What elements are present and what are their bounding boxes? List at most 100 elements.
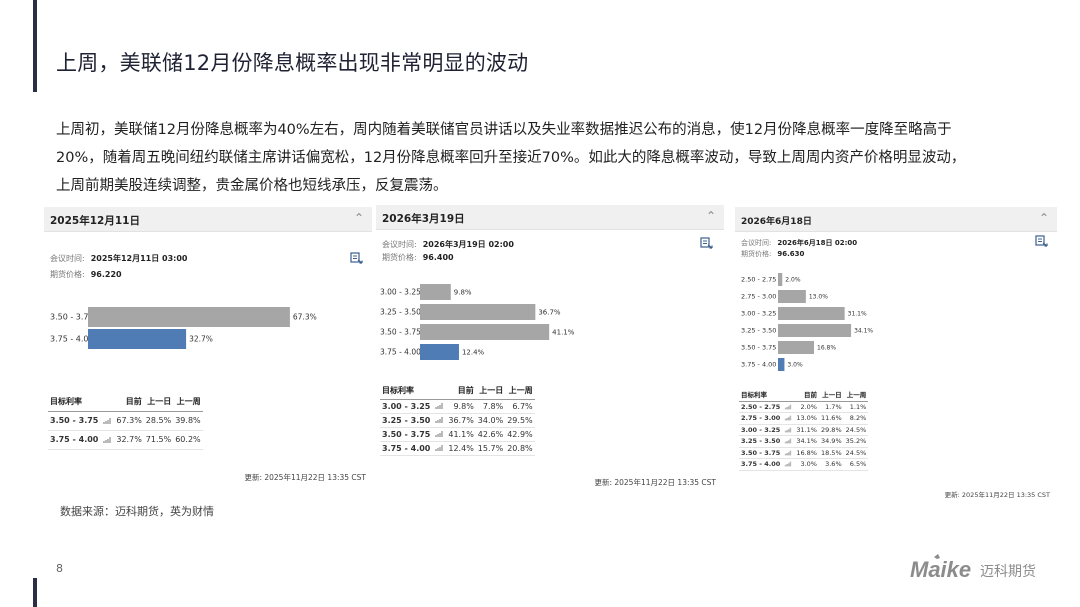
collapse-icon[interactable]: ⌃ [354,211,364,225]
table-row: 3.25 - 3.50 36.7% 34.0% 29.5% [380,413,535,428]
probability-cell: 42.6% [475,427,506,442]
table-row: 3.50 - 3.75 41.1% 42.6% 42.9% [380,427,535,442]
probability-cell: 35.2% [843,435,869,448]
cell-text: 60.2% [175,435,201,444]
meeting-time-line: 会议时间: 2025年12月11日 03:00 [50,253,187,264]
meeting-time-label: 会议时间: [382,240,417,249]
probability-cell: 7.8% [475,399,506,414]
meeting-time-value: 2026年3月19日 02:00 [422,240,514,249]
bar-value-label: 9.8% [454,289,472,297]
bar-category-label: 3.75 - 4.00 [50,335,94,344]
probability-bar [420,324,550,340]
cell-text: 31.1% [796,425,817,434]
cell-text: 3.25 - 3.50 [382,415,431,425]
summary-line: 上周初，美联储12月份降息概率为40%左右，周内随着美联储官员讲话以及失业率数据… [56,122,952,138]
bar-value-label: 34.1% [854,328,873,335]
bar-category-label: 3.25 - 3.50 [741,327,776,335]
panel-header: 2025年12月11日 ⌃ [44,207,372,232]
logo-cn: 迈科期货 [980,563,1036,580]
meeting-time-value: 2025年12月11日 03:00 [90,254,188,263]
table-row: 3.75 - 4.00 32.7% 71.5% 60.2% [48,430,203,450]
bar-category-label: 3.50 - 3.75 [741,344,776,352]
col-prev-week: 上一周 [173,393,203,412]
table-row: 2.75 - 3.00 13.0% 11.6% 8.2% [739,412,869,425]
col-target-rate: 目标利率 [48,393,115,412]
cell-text: 29.8% [820,425,842,434]
bar-value-label: 67.3% [293,313,317,322]
meeting-date: 2026年3月19日 [382,213,465,225]
bar-value-label: 3.0% [787,362,803,369]
cell-text: 12.4% [448,443,474,453]
cell-text: 32.7% [116,435,142,444]
probability-cell: 36.7% [446,413,476,428]
logo-latin: Maike [910,557,971,582]
probability-cell: 18.5% [818,447,844,459]
updated-time: 更新: 2025年11月22日 13:35 CST [944,491,1050,499]
collapse-icon[interactable]: ⌃ [1039,211,1049,225]
target-rate-cell: 3.50 - 3.75 [48,411,115,431]
bar-value-label: 13.0% [809,294,828,301]
summary-line: 20%，随着周五晚间纽约联储主席讲话偏宽松，12月份降息概率回升至接近70%。如… [56,150,966,166]
bar-value-label: 32.7% [189,335,213,344]
bar-category-label: 3.25 - 3.50 [380,308,421,317]
cell-text: 13.0% [796,414,817,423]
cell-text: 2.50 - 2.75 [741,402,781,411]
probability-cell: 29.8% [818,424,844,436]
col-current: 目前 [114,393,144,412]
cell-text: 3.75 - 4.00 [50,435,99,444]
futures-price-value: 96.630 [777,250,805,258]
cell-text: 18.5% [820,448,842,457]
probability-bar [420,344,459,360]
col-prev-week: 上一周 [505,383,535,400]
table-row: 3.50 - 3.75 16.8% 18.5% 24.5% [739,447,869,459]
page-number: 8 [56,562,63,575]
cell-text: 11.6% [820,414,842,423]
col-prev-day: 上一日 [475,383,506,400]
futures-price-label: 期货价格: [50,270,85,279]
maike-logo: Maike 迈科期货 [910,554,1036,582]
export-icon[interactable] [349,251,363,265]
data-source: 数据来源：迈科期货，英为财情 [60,505,214,518]
probability-cell: 6.5% [843,458,869,471]
bar-category-label: 3.00 - 3.25 [380,288,421,297]
cell-text: 6.5% [849,460,867,469]
probability-bar [778,290,806,303]
cell-text: 3.00 - 3.25 [382,401,431,411]
cell-text: 36.7% [448,415,474,425]
cell-text: 3.00 - 3.25 [741,425,781,434]
futures-price-label: 期货价格: [741,250,772,258]
col-prev-week: 上一周 [843,387,869,402]
cell-text: 67.3% [116,416,142,425]
sparkline-icon [435,403,444,409]
cell-text: 35.2% [845,437,867,446]
sparkline-icon [785,438,792,444]
sparkline-icon [435,417,444,423]
bar-value-label: 16.8% [817,345,836,352]
export-icon[interactable] [699,236,713,250]
probability-cell: 12.4% [446,441,476,456]
target-rate-cell: 3.75 - 4.00 [48,430,115,450]
cell-text: 29.5% [507,415,533,425]
probability-cell: 13.0% [794,412,819,425]
collapse-icon[interactable]: ⌃ [706,209,716,223]
table-row: 2.50 - 2.75 2.0% 1.7% 1.1% [739,401,869,413]
table-row: 3.75 - 4.00 3.0% 3.6% 6.5% [739,458,869,471]
export-icon[interactable] [1034,234,1048,248]
cell-text: 3.0% [800,460,817,469]
futures-price-value: 96.400 [422,253,454,262]
meeting-time-label: 会议时间: [741,239,772,247]
bar-value-label: 31.1% [848,311,867,318]
probability-cell: 60.2% [173,430,203,450]
sparkline-icon [785,415,792,421]
cell-text: 24.5% [845,448,867,457]
meeting-date: 2026年6月18日 [741,217,812,227]
probability-cell: 34.0% [475,413,506,428]
target-rate-cell: 3.75 - 4.00 [380,441,447,456]
fedwatch-panel-jun: 2026年6月18日 ⌃ 会议时间: 2026年6月18日 02:00 期货价格:… [735,207,1057,499]
probability-bar [420,284,451,300]
cell-text: 41.1% [448,429,474,439]
sparkline-icon [435,431,444,437]
col-prev-day: 上一日 [818,387,844,402]
table-row: 3.25 - 3.50 34.1% 34.9% 35.2% [739,435,869,448]
fedwatch-panel-mar: 2026年3月19日 ⌃ 会议时间: 2026年3月19日 02:00 期货价格:… [376,205,724,490]
